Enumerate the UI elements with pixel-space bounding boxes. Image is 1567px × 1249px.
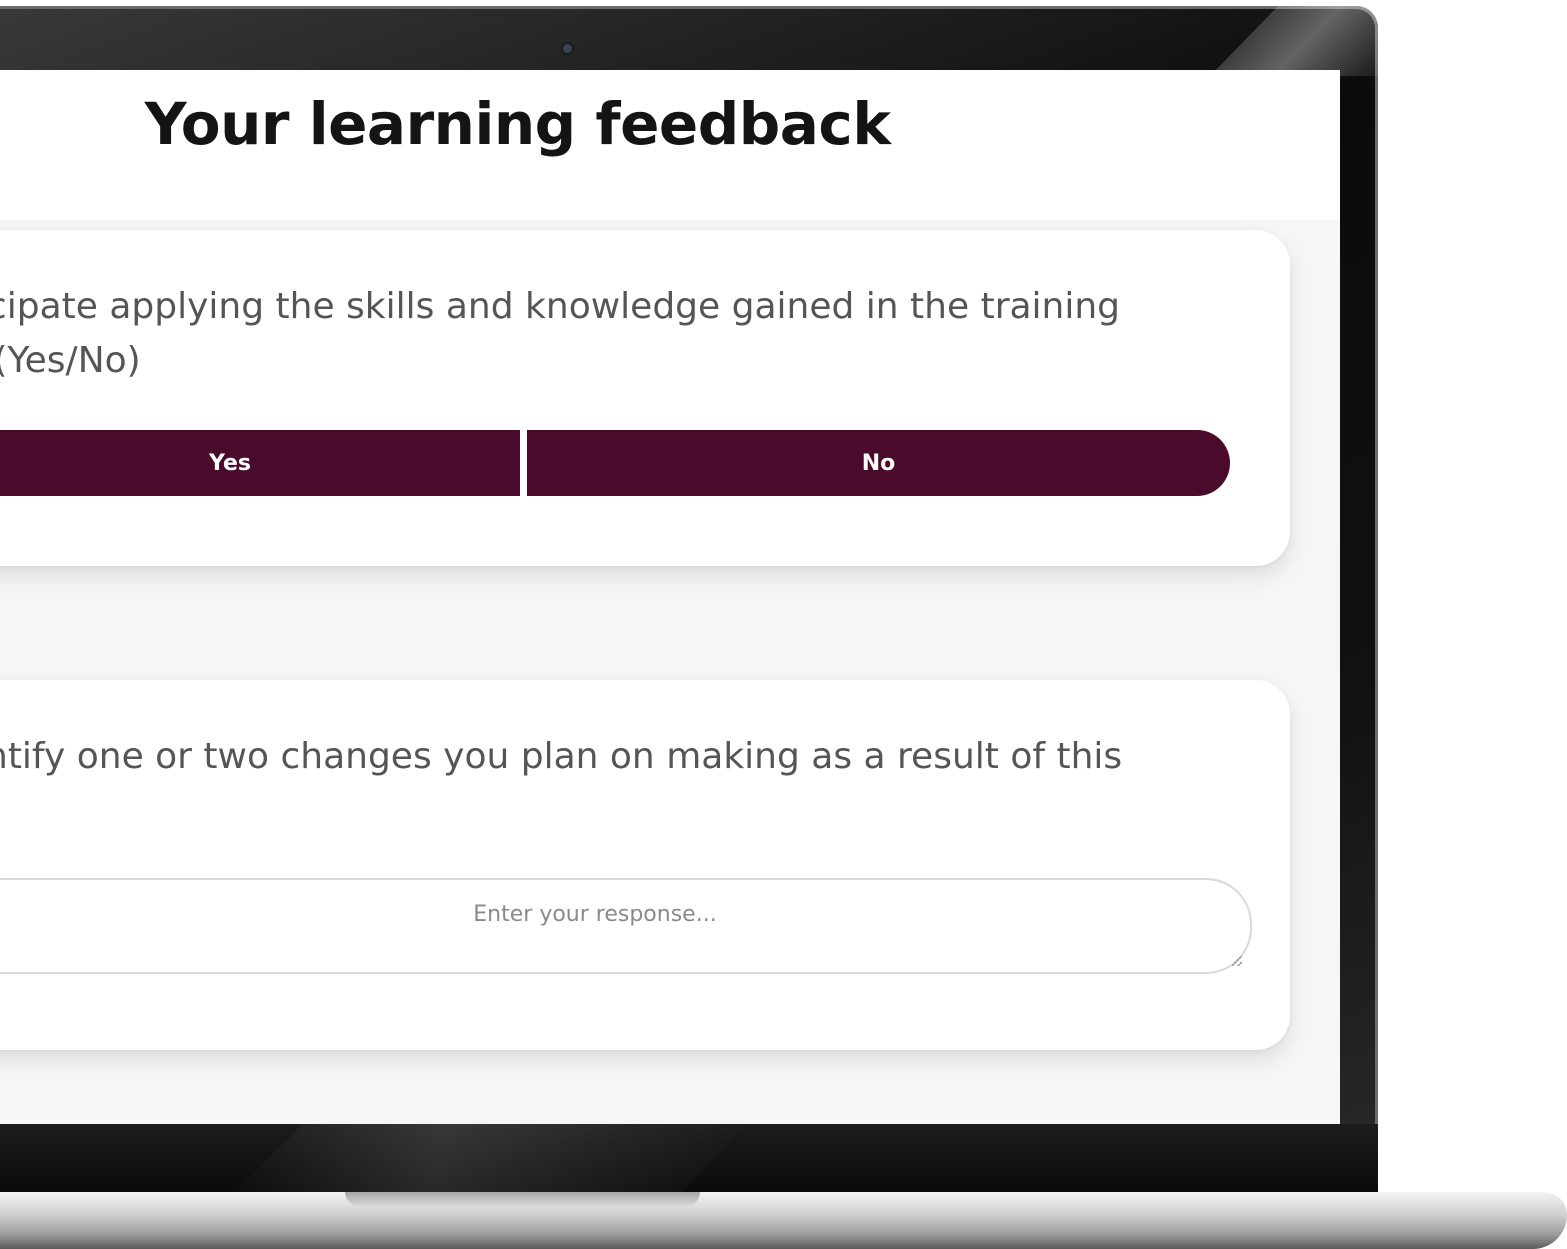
- page-title: Your learning feedback: [144, 90, 891, 158]
- question-card-1: nticipate applying the skills and knowle…: [0, 230, 1290, 566]
- laptop-base: [0, 1192, 1567, 1249]
- response-textarea[interactable]: Enter your response...: [0, 878, 1252, 974]
- laptop-screen: Your learning feedback nticipate applyin…: [0, 70, 1340, 1124]
- question-2-text: dentify one or two changes you plan on m…: [0, 730, 1122, 784]
- laptop-mockup: Your learning feedback nticipate applyin…: [0, 0, 1567, 1249]
- base-hinge-notch: [345, 1192, 700, 1206]
- question-1-text: nticipate applying the skills and knowle…: [0, 280, 1120, 388]
- webcam-icon: [563, 44, 572, 53]
- no-button[interactable]: No: [527, 430, 1230, 496]
- yes-no-choice: Yes No: [0, 430, 1230, 496]
- question-1-line-1: nticipate applying the skills and knowle…: [0, 286, 1121, 327]
- question-1-line-2: b? (Yes/No): [0, 340, 141, 381]
- bezel-glare: [230, 1124, 750, 1196]
- response-placeholder: Enter your response...: [473, 901, 717, 927]
- question-2-line-1: dentify one or two changes you plan on m…: [0, 736, 1123, 777]
- yes-button[interactable]: Yes: [0, 430, 520, 496]
- question-card-2: dentify one or two changes you plan on m…: [0, 680, 1290, 1050]
- resize-grip-icon[interactable]: [1232, 956, 1242, 966]
